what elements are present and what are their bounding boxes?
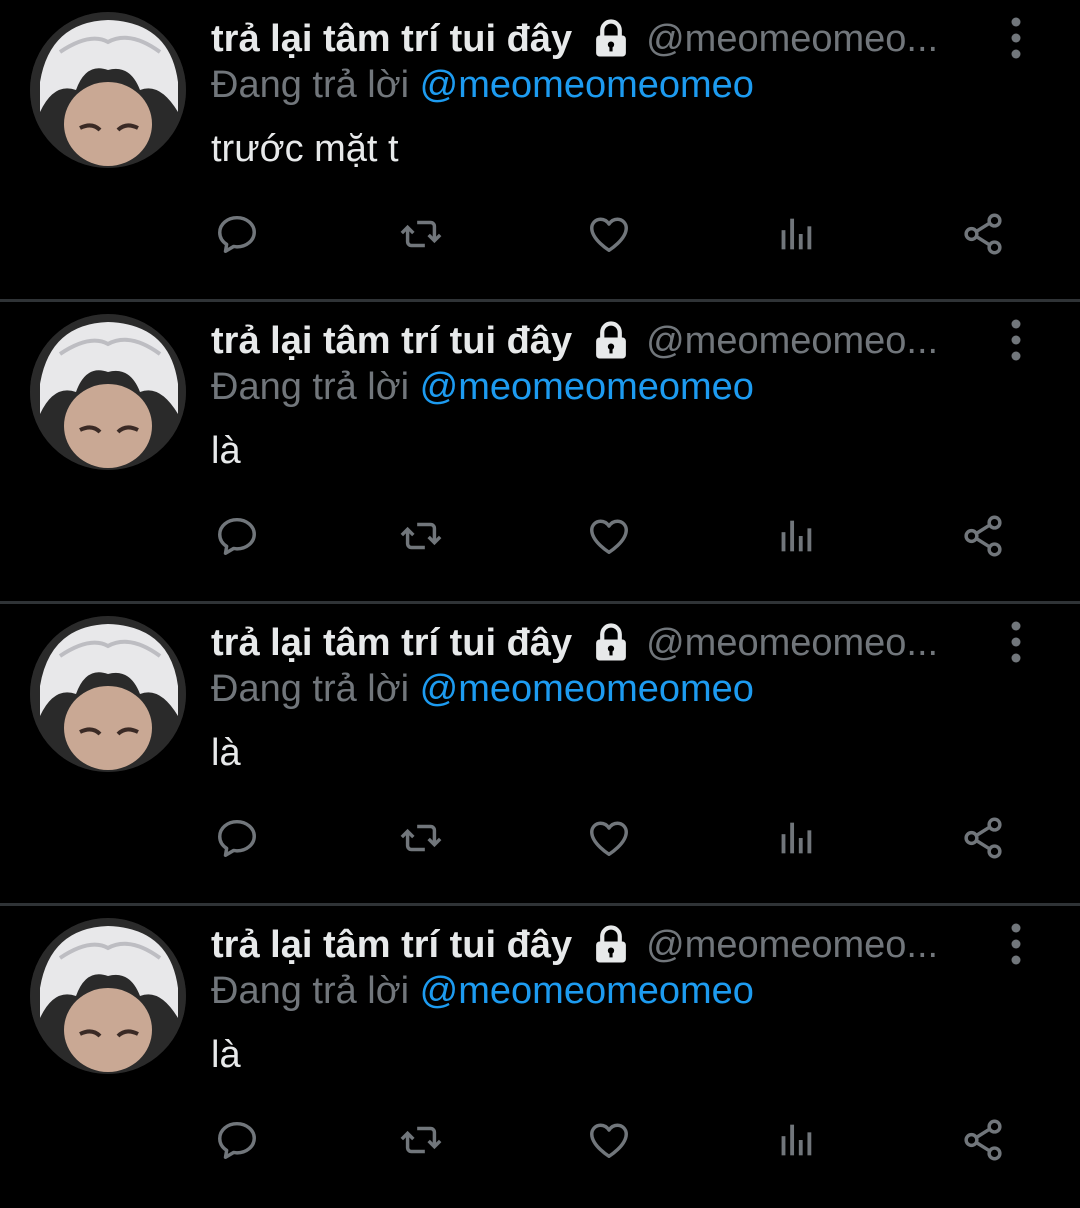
reply-context: Đang trả lời @meomeomeomeo — [211, 366, 754, 409]
retweet-icon[interactable] — [395, 208, 447, 260]
like-icon[interactable] — [583, 510, 635, 562]
retweet-icon[interactable] — [395, 510, 447, 562]
more-vertical-icon[interactable] — [1000, 620, 1032, 664]
lock-icon — [590, 622, 632, 664]
avatar[interactable] — [30, 918, 186, 1074]
tweet-text: là — [211, 732, 241, 774]
lock-icon — [590, 924, 632, 966]
like-icon[interactable] — [583, 1114, 635, 1166]
avatar[interactable] — [30, 616, 186, 772]
tweet-header: trả lại tâm trí tui đây @meomeomeo... — [211, 14, 961, 64]
tweet-header: trả lại tâm trí tui đây @meomeomeo... — [211, 618, 961, 668]
reply-context: Đang trả lời @meomeomeomeo — [211, 668, 754, 711]
like-icon[interactable] — [583, 812, 635, 864]
reply-to-link[interactable]: @meomeomeomeo — [420, 64, 754, 106]
more-vertical-icon[interactable] — [1000, 16, 1032, 60]
reply-to-link[interactable]: @meomeomeomeo — [420, 668, 754, 710]
action-bar — [211, 812, 1011, 868]
user-handle[interactable]: @meomeomeo... — [646, 622, 961, 665]
timeline: trả lại tâm trí tui đây @meomeomeo... Đa… — [0, 0, 1080, 1191]
reply-prefix: Đang trả lời — [211, 64, 410, 106]
tweet[interactable]: trả lại tâm trí tui đây @meomeomeo... Đa… — [0, 302, 1080, 604]
display-name[interactable]: trả lại tâm trí tui đây — [211, 320, 572, 363]
action-bar — [211, 510, 1011, 566]
share-icon[interactable] — [957, 208, 1009, 260]
lock-icon — [590, 18, 632, 60]
views-icon[interactable] — [769, 208, 821, 260]
reply-icon[interactable] — [211, 812, 263, 864]
tweet[interactable]: trả lại tâm trí tui đây @meomeomeo... Đa… — [0, 906, 1080, 1208]
lock-icon — [590, 320, 632, 362]
tweet-header: trả lại tâm trí tui đây @meomeomeo... — [211, 316, 961, 366]
retweet-icon[interactable] — [395, 812, 447, 864]
more-vertical-icon[interactable] — [1000, 318, 1032, 362]
tweet-text: trước mặt t — [211, 128, 399, 170]
user-handle[interactable]: @meomeomeo... — [646, 18, 961, 61]
more-vertical-icon[interactable] — [1000, 922, 1032, 966]
action-bar — [211, 1114, 1011, 1170]
reply-context: Đang trả lời @meomeomeomeo — [211, 970, 754, 1013]
tweet-text: là — [211, 1034, 241, 1076]
reply-prefix: Đang trả lời — [211, 668, 410, 710]
avatar[interactable] — [30, 12, 186, 168]
reply-prefix: Đang trả lời — [211, 970, 410, 1012]
avatar[interactable] — [30, 314, 186, 470]
reply-icon[interactable] — [211, 510, 263, 562]
user-handle[interactable]: @meomeomeo... — [646, 320, 961, 363]
share-icon[interactable] — [957, 1114, 1009, 1166]
views-icon[interactable] — [769, 812, 821, 864]
tweet-header: trả lại tâm trí tui đây @meomeomeo... — [211, 920, 961, 970]
user-handle[interactable]: @meomeomeo... — [646, 924, 961, 967]
like-icon[interactable] — [583, 208, 635, 260]
retweet-icon[interactable] — [395, 1114, 447, 1166]
reply-to-link[interactable]: @meomeomeomeo — [420, 970, 754, 1012]
tweet[interactable]: trả lại tâm trí tui đây @meomeomeo... Đa… — [0, 0, 1080, 302]
reply-to-link[interactable]: @meomeomeomeo — [420, 366, 754, 408]
reply-icon[interactable] — [211, 208, 263, 260]
display-name[interactable]: trả lại tâm trí tui đây — [211, 622, 572, 665]
display-name[interactable]: trả lại tâm trí tui đây — [211, 18, 572, 61]
views-icon[interactable] — [769, 1114, 821, 1166]
reply-icon[interactable] — [211, 1114, 263, 1166]
share-icon[interactable] — [957, 510, 1009, 562]
reply-prefix: Đang trả lời — [211, 366, 410, 408]
action-bar — [211, 208, 1011, 264]
tweet[interactable]: trả lại tâm trí tui đây @meomeomeo... Đa… — [0, 604, 1080, 906]
tweet-text: là — [211, 430, 241, 472]
views-icon[interactable] — [769, 510, 821, 562]
reply-context: Đang trả lời @meomeomeomeo — [211, 64, 754, 107]
display-name[interactable]: trả lại tâm trí tui đây — [211, 924, 572, 967]
share-icon[interactable] — [957, 812, 1009, 864]
